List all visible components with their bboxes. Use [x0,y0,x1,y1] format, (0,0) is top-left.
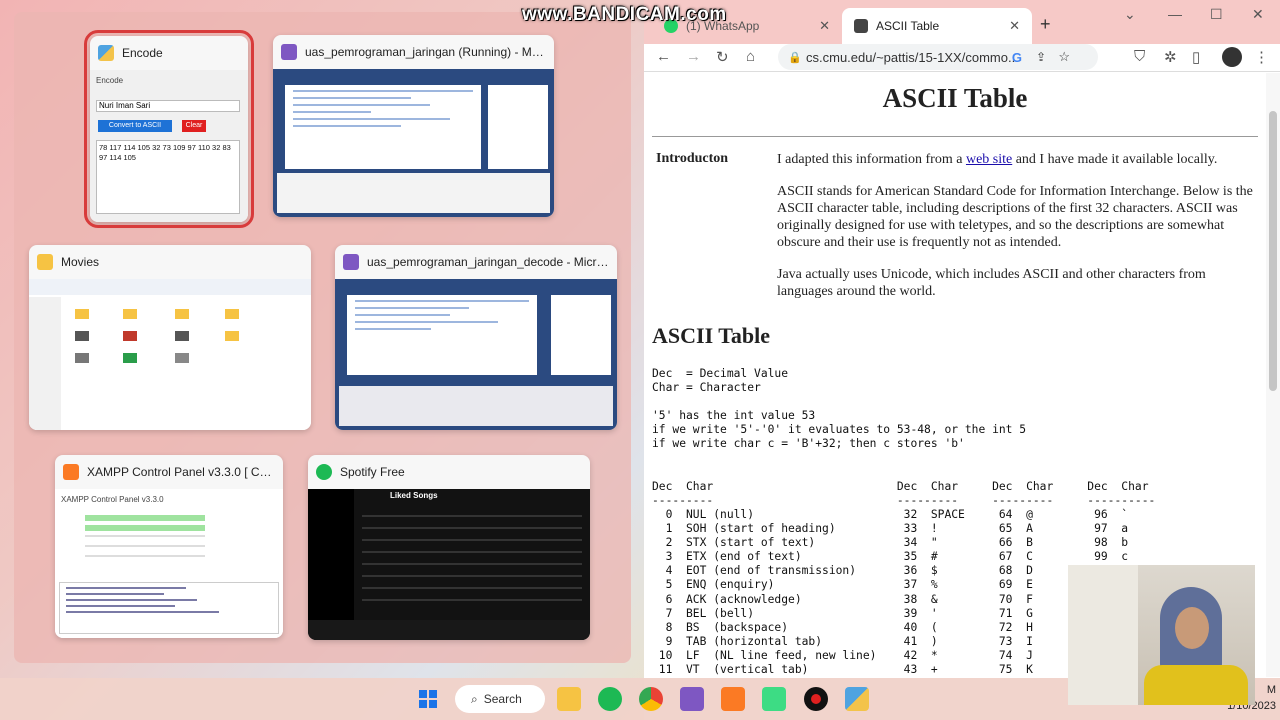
file-explorer-icon[interactable] [557,687,581,711]
search-icon: ⌕ [471,691,478,706]
visual-studio-icon[interactable] [680,687,704,711]
reload-icon[interactable]: ↻ [716,48,729,66]
tab-strip: (1) WhatsApp ✕ ASCII Table ✕ + ⌄ — ☐ ✕ [644,0,1280,44]
intro-paragraph-1: I adapted this information from a web si… [777,151,1257,168]
maximize-button[interactable]: ☐ [1210,6,1223,23]
convert-to-ascii-button[interactable]: Convert to ASCII [98,120,172,132]
google-icon[interactable]: G [1012,50,1022,65]
chrome-icon[interactable] [639,687,663,711]
webcam-overlay [1068,565,1255,705]
tab-label: ASCII Table [876,19,940,33]
browser-toolbar: ← → ↻ ⌂ 🔒 cs.cmu.edu/~pattis/15-1XX/comm… [644,44,1280,72]
xampp-preview-title: XAMPP Control Panel v3.3.0 [61,495,164,504]
address-bar[interactable]: 🔒 cs.cmu.edu/~pattis/15-1XX/commo... G ⇪… [778,44,1098,70]
spotify-playlist-title: Liked Songs [390,491,438,500]
menu-kebab-icon[interactable]: ⋮ [1254,48,1269,66]
explorer-preview [29,279,311,430]
profile-avatar[interactable] [1222,47,1242,67]
web-site-link[interactable]: web site [966,152,1012,167]
clear-button[interactable]: Clear [182,120,206,132]
chevron-down-icon[interactable]: ⌄ [1124,6,1136,23]
new-tab-button[interactable]: + [1040,14,1051,35]
window-title: Movies [61,255,100,269]
control-panel-icon[interactable] [845,687,869,711]
divider [652,136,1258,137]
visual-studio-icon [281,44,297,60]
close-window-button[interactable]: ✕ [1252,6,1264,23]
spotify-icon[interactable] [598,687,622,711]
intro-text: and I have made it available locally. [1012,152,1218,167]
intro-paragraph-3: Java actually uses Unicode, which includ… [777,267,1206,299]
share-icon[interactable]: ⇪ [1036,50,1046,64]
encode-output: 78 117 114 105 32 73 109 97 110 32 83 97… [96,140,240,214]
page-scrollbar[interactable] [1266,73,1280,677]
window-title: uas_pemrograman_jaringan (Running) - Mic… [305,45,546,59]
intro-text: I adapted this information from a [777,152,966,167]
xampp-preview: XAMPP Control Panel v3.3.0 [55,489,283,638]
encode-app-icon [98,45,114,61]
spotify-preview: Liked Songs [308,489,590,640]
shield-extension-icon[interactable]: ⛉ [1134,48,1145,65]
home-icon[interactable]: ⌂ [746,48,755,65]
bandicam-watermark: www.BANDICAM.com [522,4,727,25]
window-title: Spotify Free [340,465,405,479]
search-label: Search [483,692,522,706]
taskbar-search[interactable]: ⌕ Search [455,685,545,713]
lock-icon: 🔒 [788,51,802,64]
switcher-window-movies[interactable]: Movies [29,245,311,430]
section-title: ASCII Table [652,323,771,348]
vs-preview [335,279,617,430]
window-title: uas_pemrograman_jaringan_decode - Micros… [367,255,609,269]
switcher-window-encode[interactable]: Encode Encode Nuri Iman Sari Convert to … [84,30,254,228]
folder-icon [37,254,53,270]
minimize-button[interactable]: — [1168,6,1182,22]
scrollbar-thumb[interactable] [1269,111,1277,391]
close-tab-icon[interactable]: ✕ [819,18,830,34]
visual-studio-icon [343,254,359,270]
encode-text-input[interactable]: Nuri Iman Sari [96,100,240,112]
task-switcher: Encode Encode Nuri Iman Sari Convert to … [14,12,631,663]
forward-icon[interactable]: → [686,48,701,65]
page-title: ASCII Table [882,83,1028,113]
xampp-icon [63,464,79,480]
switcher-window-vs-running[interactable]: uas_pemrograman_jaringan (Running) - Mic… [273,35,554,217]
tab-ascii-table[interactable]: ASCII Table ✕ [842,8,1032,44]
switcher-window-vs-decode[interactable]: uas_pemrograman_jaringan_decode - Micros… [335,245,617,430]
switcher-window-spotify[interactable]: Spotify Free Liked Songs [308,455,590,640]
intro-label: Introducton [656,151,729,166]
side-panel-icon[interactable]: ▯ [1192,48,1200,66]
window-title: Encode [122,46,163,60]
back-icon[interactable]: ← [656,48,671,65]
clock-time[interactable]: M [1267,684,1276,696]
record-icon[interactable] [804,687,828,711]
android-icon[interactable] [762,687,786,711]
windows-start-icon[interactable] [416,687,440,711]
cmu-icon [854,19,868,33]
vs-preview [273,69,554,217]
window-title: XAMPP Control Panel v3.3.0 [ Co... [87,465,275,479]
extensions-puzzle-icon[interactable]: ✲ [1164,48,1177,66]
close-tab-icon[interactable]: ✕ [1009,18,1020,34]
xampp-icon[interactable] [721,687,745,711]
encode-window-title: Encode [96,76,124,85]
spotify-icon [316,464,332,480]
url-text: cs.cmu.edu/~pattis/15-1XX/commo... [806,49,1019,65]
switcher-window-xampp[interactable]: XAMPP Control Panel v3.3.0 [ Co... XAMPP… [55,455,283,638]
bookmark-star-icon[interactable]: ☆ [1058,49,1070,65]
intro-paragraph-2: ASCII stands for American Standard Code … [777,184,1253,250]
